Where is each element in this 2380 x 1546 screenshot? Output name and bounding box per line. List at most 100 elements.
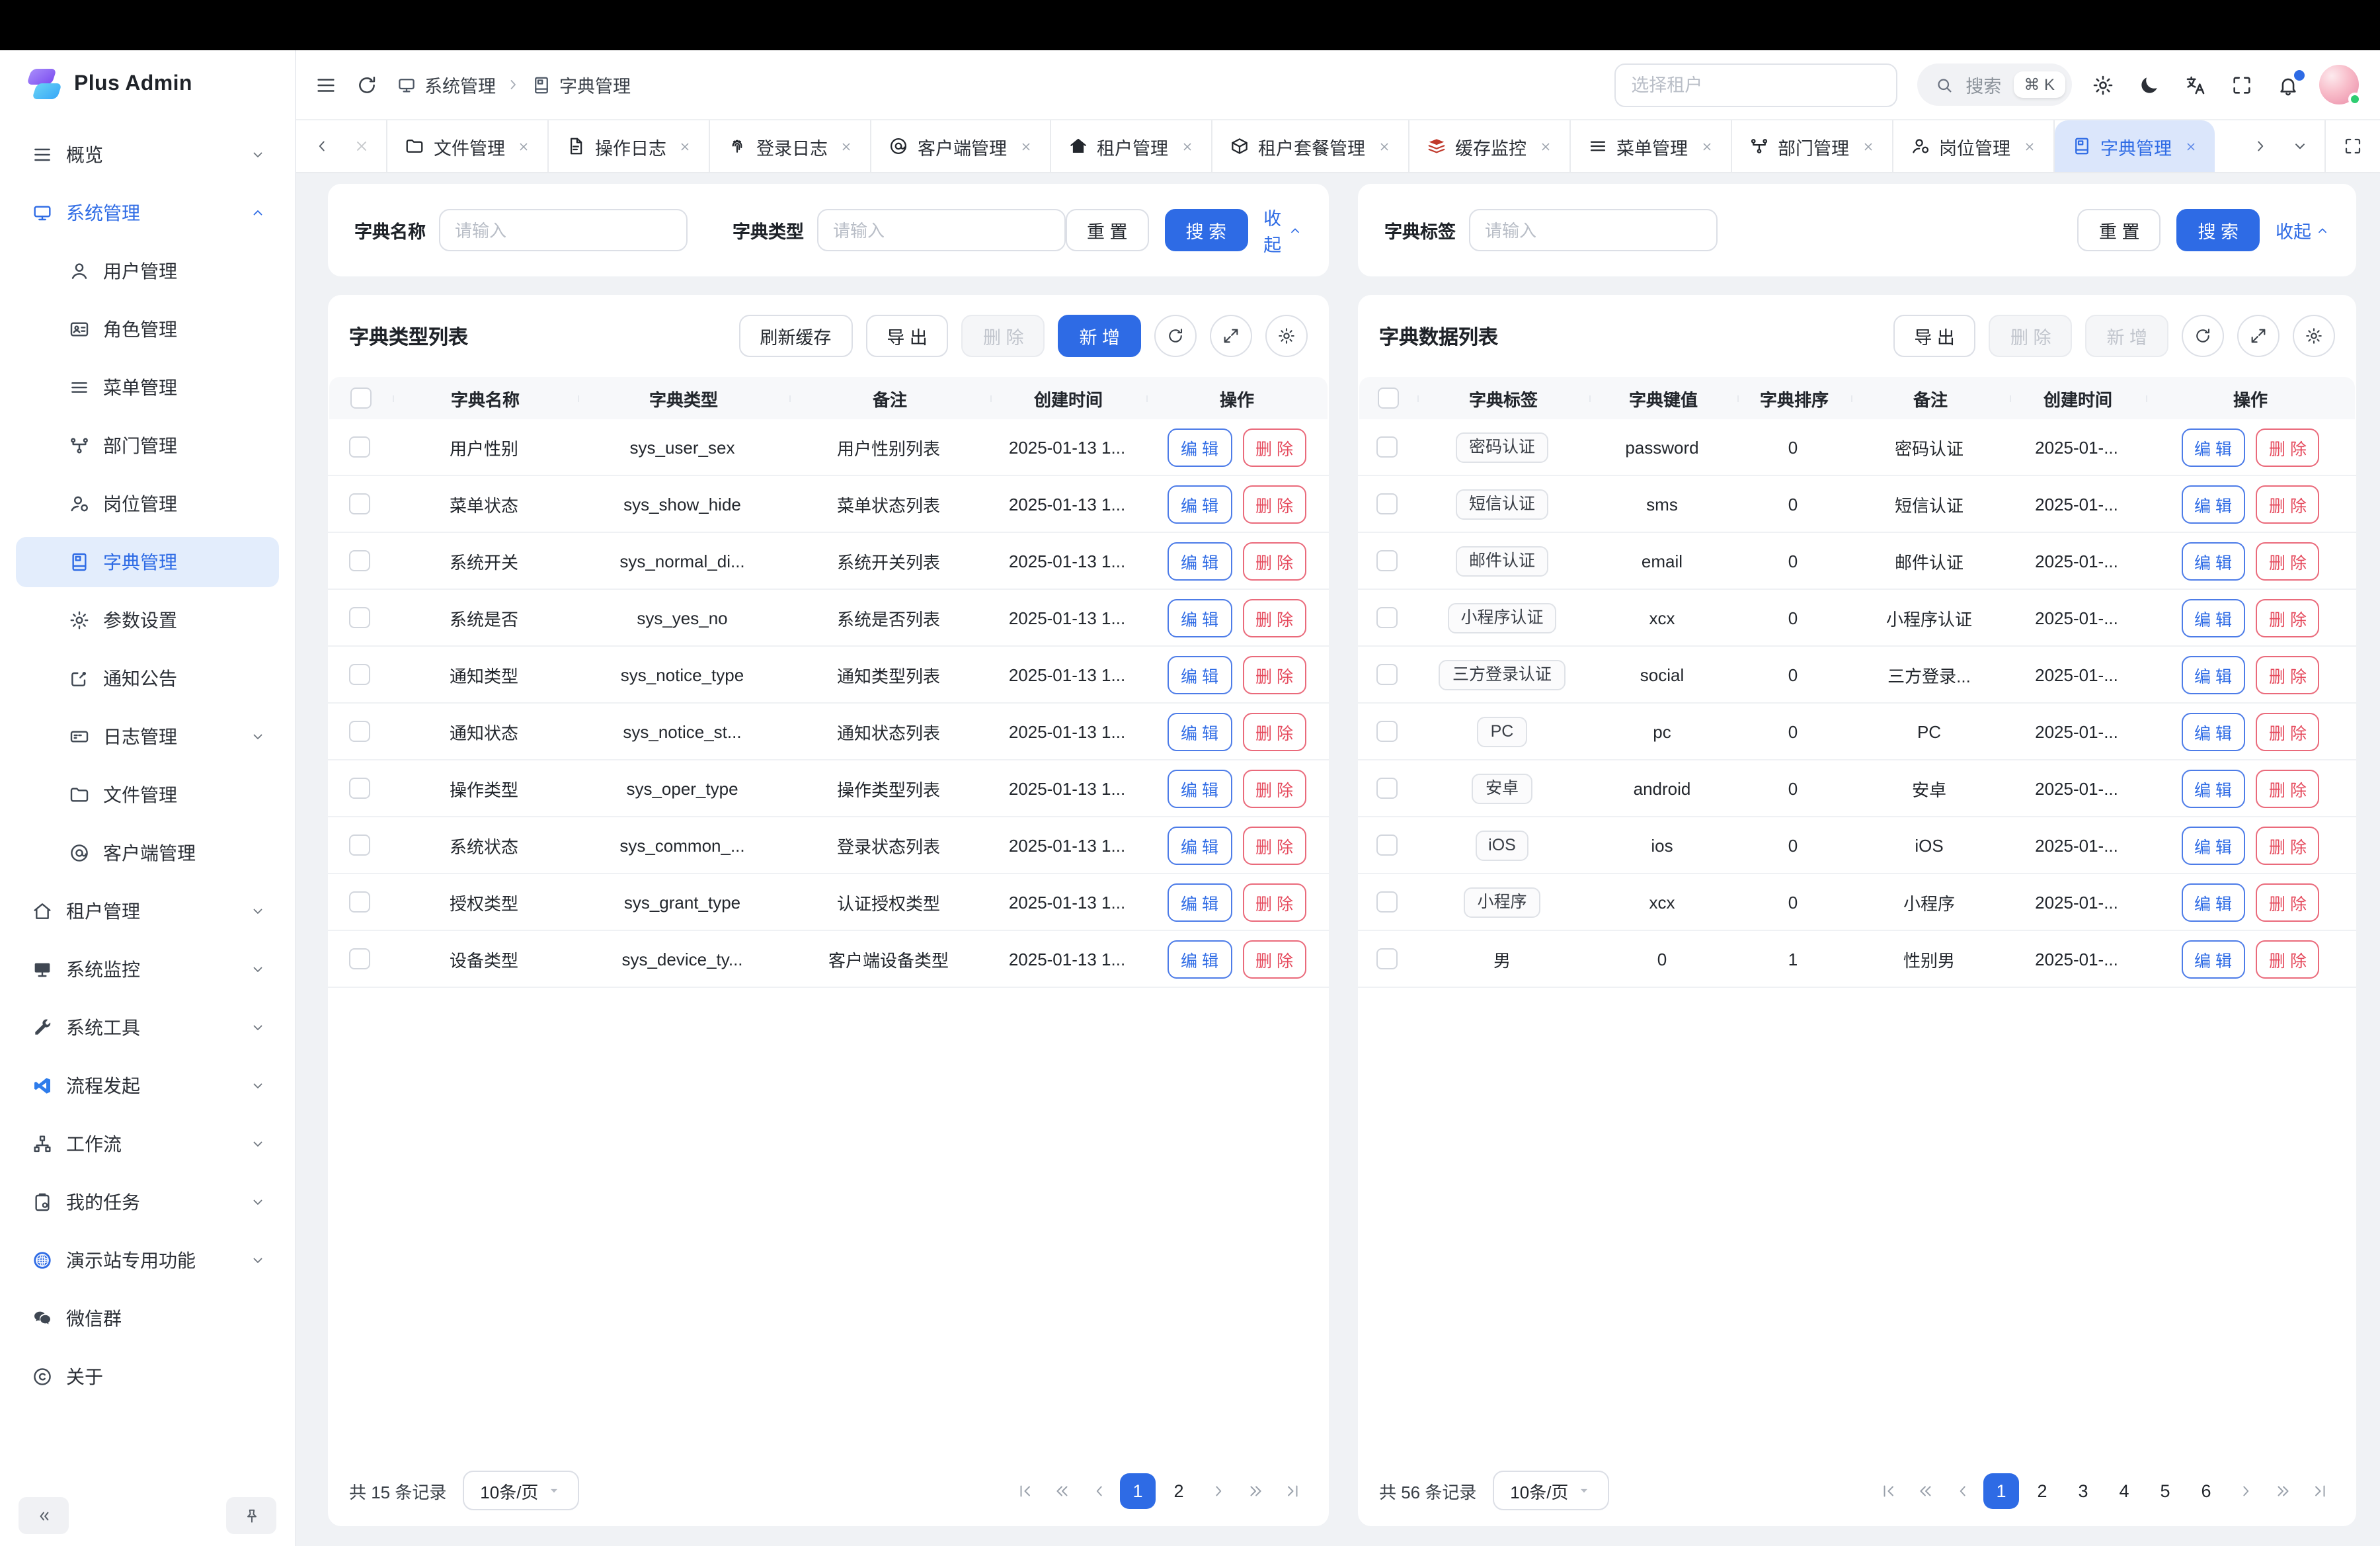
refresh-cache-button[interactable]: 刷新缓存 [738, 315, 852, 357]
delete-button[interactable]: 删 除 [2256, 598, 2320, 637]
export-button[interactable]: 导 出 [1893, 315, 1976, 357]
row-checkbox[interactable] [349, 891, 370, 913]
sidebar-item[interactable]: 客户端管理 [16, 828, 279, 878]
page-number[interactable]: 3 [2065, 1473, 2101, 1508]
sidebar-item[interactable]: 系统管理 [16, 188, 279, 238]
tenant-select-input[interactable] [1614, 63, 1897, 106]
gear-icon[interactable] [1265, 315, 1308, 357]
tab[interactable]: 岗位管理 [1893, 120, 2054, 172]
pg-last-icon[interactable] [2303, 1475, 2335, 1506]
edit-button[interactable]: 编 辑 [2181, 428, 2245, 466]
moon-icon[interactable] [2138, 73, 2161, 96]
row-checkbox[interactable] [349, 664, 370, 685]
sidebar-item[interactable]: 用户管理 [16, 246, 279, 296]
add-button[interactable]: 新 增 [2085, 315, 2168, 357]
row-checkbox[interactable] [349, 721, 370, 742]
sidebar-item[interactable]: 关于 [16, 1352, 279, 1402]
search-field-input[interactable] [817, 209, 1066, 251]
delete-button[interactable]: 删 除 [2256, 655, 2320, 694]
edit-button[interactable]: 编 辑 [2181, 769, 2245, 807]
sidebar-item[interactable]: 角色管理 [16, 304, 279, 354]
pg-next-icon[interactable] [2229, 1475, 2261, 1506]
edit-button[interactable]: 编 辑 [1168, 542, 1232, 580]
expand-icon[interactable] [1210, 315, 1252, 357]
sidebar-item[interactable]: 部门管理 [16, 421, 279, 471]
pg-next2-icon[interactable] [2266, 1475, 2298, 1506]
delete-button[interactable]: 删 除 [2256, 940, 2320, 978]
edit-button[interactable]: 编 辑 [1168, 428, 1232, 466]
close-icon[interactable] [1861, 140, 1874, 153]
close-icon[interactable] [1019, 140, 1032, 153]
tabbar-fullscreen-button[interactable] [2324, 120, 2380, 172]
tab[interactable]: 文件管理 [386, 120, 549, 172]
refresh-icon[interactable] [2182, 315, 2224, 357]
translate-icon[interactable] [2184, 73, 2207, 96]
bell-icon[interactable] [2277, 73, 2299, 96]
page-number[interactable]: 2 [1161, 1473, 1197, 1508]
sidebar-item[interactable]: 概览 [16, 130, 279, 180]
row-checkbox[interactable] [349, 834, 370, 856]
page-number[interactable]: 4 [2106, 1473, 2142, 1508]
delete-button[interactable]: 删 除 [2256, 428, 2320, 466]
sidebar-item[interactable]: 日志管理 [16, 712, 279, 762]
pg-first-icon[interactable] [1009, 1475, 1041, 1506]
edit-button[interactable]: 编 辑 [2181, 826, 2245, 864]
edit-button[interactable]: 编 辑 [2181, 542, 2245, 580]
page-number[interactable]: 1 [1983, 1473, 2019, 1508]
row-checkbox[interactable] [1376, 493, 1398, 514]
fullscreen-icon[interactable] [2231, 73, 2253, 96]
close-icon[interactable] [1538, 140, 1552, 153]
delete-button[interactable]: 删 除 [1242, 485, 1306, 523]
delete-button[interactable]: 删 除 [1242, 712, 1306, 751]
refresh-icon[interactable] [1154, 315, 1197, 357]
delete-button[interactable]: 删 除 [1242, 428, 1306, 466]
breadcrumb-item[interactable]: 系统管理 [397, 71, 522, 98]
delete-button[interactable]: 删 除 [1242, 826, 1306, 864]
row-checkbox[interactable] [1376, 436, 1398, 458]
edit-button[interactable]: 编 辑 [1168, 598, 1232, 637]
page-number[interactable]: 6 [2188, 1473, 2224, 1508]
page-number[interactable]: 1 [1120, 1473, 1156, 1508]
collapse-search-link[interactable]: 收起 [2276, 217, 2330, 243]
sidebar-item[interactable]: 微信群 [16, 1293, 279, 1344]
sidebar-item[interactable]: 我的任务 [16, 1177, 279, 1227]
sidebar-item[interactable]: 文件管理 [16, 770, 279, 820]
global-search[interactable]: 搜索 ⌘ K [1917, 63, 2072, 106]
pg-last-icon[interactable] [1276, 1475, 1308, 1506]
sidebar-item[interactable]: 演示站专用功能 [16, 1235, 279, 1285]
menu-toggle-icon[interactable] [315, 73, 337, 96]
row-checkbox[interactable] [1376, 834, 1398, 856]
close-icon[interactable] [1180, 140, 1193, 153]
row-checkbox[interactable] [1376, 891, 1398, 913]
close-icon[interactable] [2022, 140, 2036, 153]
delete-button[interactable]: 删 除 [2256, 826, 2320, 864]
sidebar-item[interactable]: 系统监控 [16, 944, 279, 995]
sidebar-item[interactable]: 参数设置 [16, 595, 279, 645]
delete-button[interactable]: 删 除 [2256, 769, 2320, 807]
row-checkbox[interactable] [1376, 550, 1398, 571]
search-button[interactable]: 搜 索 [1165, 209, 1248, 251]
row-checkbox[interactable] [1376, 948, 1398, 969]
delete-button[interactable]: 删 除 [1242, 940, 1306, 978]
edit-button[interactable]: 编 辑 [2181, 883, 2245, 921]
reset-button[interactable]: 重 置 [2078, 209, 2161, 251]
close-icon[interactable] [678, 140, 692, 153]
sidebar-item[interactable]: 系统工具 [16, 1002, 279, 1053]
collapse-left-icon[interactable] [19, 1497, 69, 1534]
pg-first-icon[interactable] [1872, 1475, 1904, 1506]
pg-prev-icon[interactable] [1083, 1475, 1115, 1506]
edit-button[interactable]: 编 辑 [1168, 883, 1232, 921]
edit-button[interactable]: 编 辑 [2181, 598, 2245, 637]
edit-button[interactable]: 编 辑 [2181, 940, 2245, 978]
delete-button[interactable]: 删 除 [1242, 598, 1306, 637]
row-checkbox[interactable] [1376, 721, 1398, 742]
page-number[interactable]: 2 [2024, 1473, 2060, 1508]
tab[interactable]: 登录日志 [710, 120, 871, 172]
export-button[interactable]: 导 出 [865, 315, 949, 357]
close-icon[interactable] [840, 140, 853, 153]
sidebar-item[interactable]: 菜单管理 [16, 362, 279, 413]
tab[interactable]: 缓存监控 [1409, 120, 1570, 172]
breadcrumb-item[interactable]: 字典管理 [532, 71, 631, 98]
row-checkbox[interactable] [349, 550, 370, 571]
edit-button[interactable]: 编 辑 [1168, 826, 1232, 864]
